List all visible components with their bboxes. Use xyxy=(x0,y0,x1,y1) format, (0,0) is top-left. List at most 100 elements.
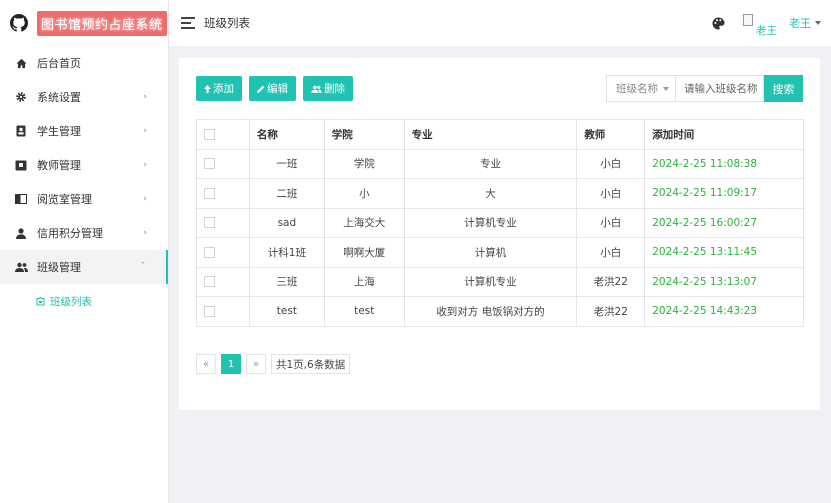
pagination-info: 共1页,6条数据 xyxy=(271,354,351,374)
table-header-row: 名称 学院 专业 教师 添加时间 xyxy=(196,119,804,150)
select-all-cell xyxy=(196,119,250,150)
caret-down-icon xyxy=(663,86,669,91)
gear-icon xyxy=(14,90,28,104)
pagination: « 1 » 共1页,6条数据 xyxy=(196,354,351,374)
caret-down-icon xyxy=(815,21,821,25)
column-header-major[interactable]: 专业 xyxy=(403,119,578,150)
cell-created: 2024-2-25 13:13:07 xyxy=(644,266,804,297)
arrow-up-icon xyxy=(204,84,211,93)
sidebar-item-reading-rooms[interactable]: 阅览室管理 › xyxy=(0,182,168,216)
cell-created: 2024-2-25 11:08:38 xyxy=(644,148,804,179)
search-input[interactable] xyxy=(676,75,764,102)
user-name: 老王 xyxy=(789,17,811,30)
cell-name: sad xyxy=(248,207,325,238)
cell-college: 小 xyxy=(323,178,405,209)
sidebar-item-settings[interactable]: 系统设置 › xyxy=(0,80,168,114)
app-title: 图书馆预约占座系统 xyxy=(37,10,167,36)
cell-major: 计算机专业 xyxy=(403,207,578,238)
row-checkbox[interactable] xyxy=(204,187,215,199)
sidebar-item-credit[interactable]: 信用积分管理 › xyxy=(0,216,168,250)
search-button[interactable]: 搜索 xyxy=(764,75,803,102)
row-checkbox[interactable] xyxy=(204,246,215,258)
edit-button[interactable]: 编辑 xyxy=(249,76,296,101)
sidebar-menu: 后台首页 系统设置 › 学生管理 › 教师管理 › 阅览室管理 › 信用积分管理… xyxy=(0,46,168,284)
cell-created: 2024-2-25 13:11:45 xyxy=(644,237,804,268)
chevron-right-icon: › xyxy=(143,228,147,238)
select-all-checkbox[interactable] xyxy=(204,128,215,140)
row-checkbox[interactable] xyxy=(204,158,215,170)
sidebar-item-label: 系统设置 xyxy=(37,91,81,104)
github-icon[interactable] xyxy=(10,14,28,32)
cell-major: 收到对方 电饭锅对方的 xyxy=(403,296,578,327)
cell-college: 啊啊大厦 xyxy=(323,237,405,268)
table-row[interactable]: 计科1班 啊啊大厦 计算机 小白 2024-2-25 13:11:45 xyxy=(196,237,804,268)
page-title: 班级列表 xyxy=(204,16,250,30)
sidebar-item-teachers[interactable]: 教师管理 › xyxy=(0,148,168,182)
add-button-label: 添加 xyxy=(213,83,234,95)
teacher-board-icon xyxy=(14,158,28,172)
avatar[interactable]: 老王 xyxy=(743,8,781,38)
column-header-college[interactable]: 学院 xyxy=(323,119,405,150)
sidebar-item-label: 学生管理 xyxy=(37,125,81,138)
sidebar-item-home[interactable]: 后台首页 xyxy=(0,46,168,80)
delete-button[interactable]: 删除 xyxy=(303,76,353,101)
table-row[interactable]: 一班 学院 专业 小白 2024-2-25 11:08:38 xyxy=(196,148,804,179)
palette-icon[interactable] xyxy=(712,16,725,30)
avatar-alt-text: 老王 xyxy=(756,25,777,37)
chevron-right-icon: › xyxy=(143,160,147,170)
next-page-button[interactable]: » xyxy=(246,354,266,374)
table-row[interactable]: sad 上海交大 计算机专业 小白 2024-2-25 16:00:27 xyxy=(196,207,804,238)
cell-teacher: 老洪22 xyxy=(576,266,646,297)
sidebar-item-label: 阅览室管理 xyxy=(37,193,92,206)
sidebar-item-label: 班级管理 xyxy=(37,261,81,274)
id-card-icon xyxy=(14,124,28,138)
cell-teacher: 小白 xyxy=(576,237,646,268)
row-checkbox[interactable] xyxy=(204,305,215,317)
sidebar-subitem-class-list[interactable]: 班级列表 xyxy=(0,284,168,318)
user-icon xyxy=(14,226,28,240)
sidebar-item-label: 后台首页 xyxy=(37,57,81,70)
chevron-down-icon: ˇ xyxy=(140,262,146,272)
delete-button-label: 删除 xyxy=(324,83,345,95)
sidebar: 图书馆预约占座系统 后台首页 系统设置 › 学生管理 › 教师管理 › 阅览室管… xyxy=(0,0,169,503)
user-menu[interactable]: 老王 xyxy=(789,15,821,31)
book-icon xyxy=(14,192,28,206)
cell-name: test xyxy=(248,296,325,327)
table-row[interactable]: 三班 上海 计算机专业 老洪22 2024-2-25 13:13:07 xyxy=(196,266,804,297)
content-panel: 添加 编辑 删除 班级名称 搜索 名称 学院 专业 教师 xyxy=(179,58,820,410)
add-button[interactable]: 添加 xyxy=(196,76,242,101)
column-header-name[interactable]: 名称 xyxy=(248,119,325,150)
pencil-icon xyxy=(257,85,265,93)
search-bar: 班级名称 搜索 xyxy=(606,75,803,102)
chevron-right-icon: › xyxy=(143,194,147,204)
row-checkbox[interactable] xyxy=(204,217,215,229)
row-checkbox-cell xyxy=(196,266,250,297)
sidebar-item-label: 信用积分管理 xyxy=(37,227,103,240)
page-button-current[interactable]: 1 xyxy=(221,354,241,374)
column-header-teacher[interactable]: 教师 xyxy=(576,119,646,150)
brand[interactable]: 图书馆预约占座系统 xyxy=(0,0,168,46)
row-checkbox[interactable] xyxy=(204,276,215,288)
menu-toggle-icon[interactable] xyxy=(181,17,195,29)
cell-major: 专业 xyxy=(403,148,578,179)
cell-name: 二班 xyxy=(248,178,325,209)
row-checkbox-cell xyxy=(196,207,250,238)
cell-major: 计算机 xyxy=(403,237,578,268)
cell-teacher: 小白 xyxy=(576,148,646,179)
sidebar-item-students[interactable]: 学生管理 › xyxy=(0,114,168,148)
sidebar-item-classes[interactable]: 班级管理 ˇ xyxy=(0,250,168,284)
prev-page-button[interactable]: « xyxy=(196,354,216,374)
row-checkbox-cell xyxy=(196,296,250,327)
cell-teacher: 小白 xyxy=(576,207,646,238)
search-field-label: 班级名称 xyxy=(616,83,658,95)
cell-major: 计算机专业 xyxy=(403,266,578,297)
search-field-select[interactable]: 班级名称 xyxy=(606,75,676,102)
table-row[interactable]: 二班 小 大 小白 2024-2-25 11:09:17 xyxy=(196,178,804,209)
table-row[interactable]: test test 收到对方 电饭锅对方的 老洪22 2024-2-25 14:… xyxy=(196,296,804,327)
column-header-created[interactable]: 添加时间 xyxy=(644,119,804,150)
cell-name: 计科1班 xyxy=(248,237,325,268)
header-right: 老王 老王 xyxy=(712,0,821,46)
users-icon xyxy=(311,85,322,93)
sidebar-item-label: 教师管理 xyxy=(37,159,81,172)
cell-college: 上海交大 xyxy=(323,207,405,238)
